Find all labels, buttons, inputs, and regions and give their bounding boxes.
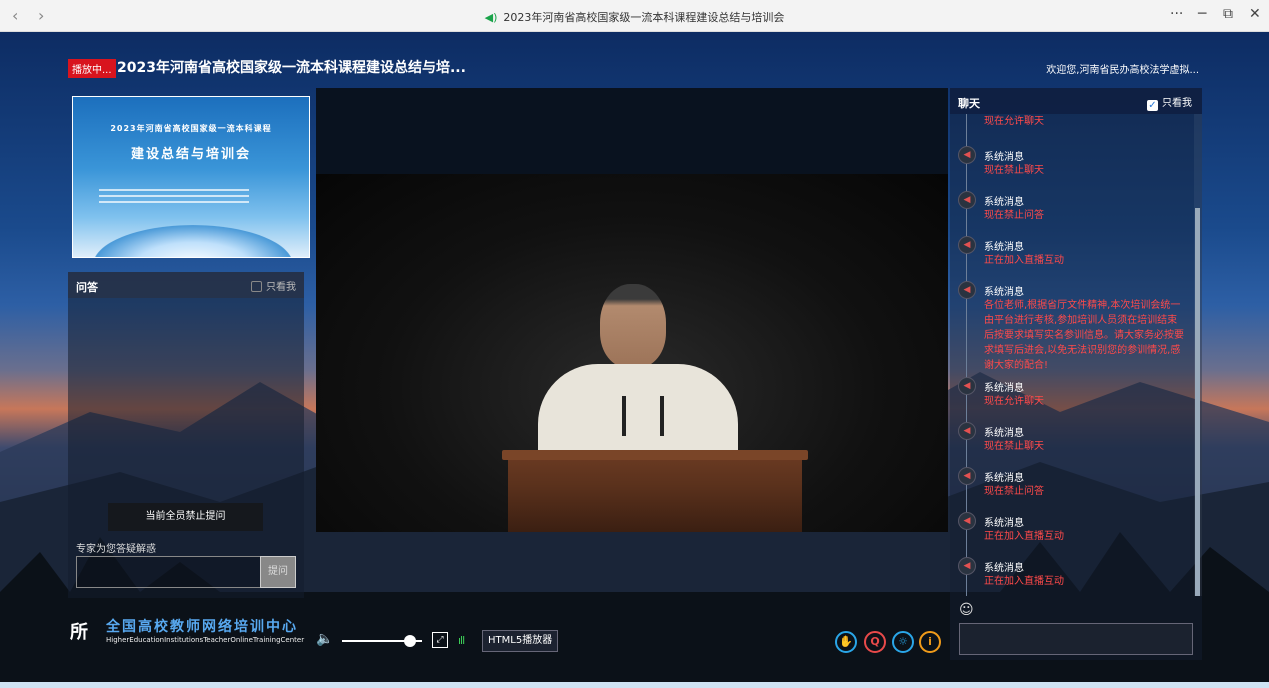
- live-badge: 播放中...: [68, 59, 116, 78]
- chat-input[interactable]: [959, 623, 1193, 655]
- settings-sun-icon[interactable]: ☼: [892, 631, 914, 653]
- speaker-muted-icon: ◀: [958, 236, 976, 254]
- chat-message-text: 现在禁止聊天: [984, 441, 1044, 452]
- video-frame: [316, 174, 948, 532]
- speaker-muted-icon: ◀: [958, 557, 976, 575]
- chat-message-text: 正在加入直播互动: [984, 531, 1064, 542]
- chat-message-text: 现在禁止问答: [984, 210, 1044, 221]
- more-options-button[interactable]: ···: [1170, 6, 1183, 22]
- microphone-icon: [622, 396, 626, 436]
- chat-message-list[interactable]: 现在允许聊天 ◀ 系统消息 现在禁止聊天 ◀ 系统消息 现在禁止问答 ◀ 系统消…: [950, 114, 1194, 596]
- speaker-muted-icon: ◀: [958, 191, 976, 209]
- chat-message-text: 现在允许聊天: [984, 116, 1044, 127]
- podium-lip: [502, 450, 808, 460]
- qa-only-me-label: 只看我: [266, 282, 296, 293]
- chat-message-text: 正在加入直播互动: [984, 576, 1064, 587]
- podium: [502, 450, 808, 532]
- info-icon[interactable]: i: [919, 631, 941, 653]
- chat-message-text: 现在禁止聊天: [984, 165, 1044, 176]
- speaker-muted-icon: ◀: [958, 146, 976, 164]
- chat-panel: 聊天 ✓ 只看我 现在允许聊天 ◀ 系统消息 现在禁止聊天 ◀ 系统消息 现在禁止…: [950, 88, 1202, 660]
- chat-message-text: 正在加入直播互动: [984, 255, 1064, 266]
- question-user-icon[interactable]: Q: [864, 631, 886, 653]
- speaker-muted-icon: ◀: [958, 467, 976, 485]
- qa-hint: 专家为您答疑解惑: [76, 544, 156, 555]
- chat-only-me-label: 只看我: [1162, 98, 1192, 109]
- window-title: ◀) 2023年河南省高校国家级一流本科课程建设总结与培训会: [0, 9, 1269, 25]
- chat-message-sender: 系统消息: [984, 473, 1024, 484]
- speaker-head: [600, 284, 666, 368]
- emoji-icon[interactable]: ☺: [959, 602, 974, 618]
- qa-ban-notice: 当前全员禁止提问: [108, 503, 263, 531]
- volume-slider-knob[interactable]: [404, 635, 416, 647]
- chat-message-sender: 系统消息: [984, 197, 1024, 208]
- qa-header: 问答 只看我: [68, 272, 304, 298]
- chat-title: 聊天: [958, 97, 980, 110]
- page-title: 2023年河南省高校国家级一流本科课程建设总结与培...: [117, 60, 466, 76]
- qa-only-me-toggle[interactable]: 只看我: [251, 278, 296, 293]
- audio-playing-icon: ◀): [484, 11, 498, 24]
- taskbar-strip: [0, 682, 1269, 688]
- speaker-muted-icon: ◀: [958, 512, 976, 530]
- chat-message-sender: 系统消息: [984, 287, 1024, 298]
- slide-details: [99, 189, 249, 207]
- slide-title-line1: 2023年河南省高校国家级一流本科课程: [110, 124, 272, 133]
- checkbox-checked-icon[interactable]: ✓: [1147, 100, 1158, 111]
- slide-thumbnail[interactable]: 2023年河南省高校国家级一流本科课程 建设总结与培训会: [72, 96, 310, 258]
- video-letterbox: [316, 88, 948, 174]
- logo-en-text: HigherEducationInstitutionsTeacherOnline…: [106, 636, 305, 644]
- chat-message-text: 各位老师,根据省厅文件精神,本次培训会统一由平台进行考核,参加培训人员须在培训结…: [984, 300, 1184, 371]
- hand-icon[interactable]: ✋: [835, 631, 857, 653]
- globe-graphic: [93, 225, 293, 257]
- logo-mark-icon: 所: [70, 622, 88, 643]
- chat-message-sender: 系统消息: [984, 383, 1024, 394]
- close-button[interactable]: ✕: [1249, 6, 1261, 22]
- chat-message-sender: 系统消息: [984, 518, 1024, 529]
- window-title-text: 2023年河南省高校国家级一流本科课程建设总结与培训会: [503, 11, 785, 24]
- checkbox-icon[interactable]: [251, 281, 262, 292]
- logo-cn-text: 全国高校教师网络培训中心: [106, 619, 298, 635]
- html5-player-button[interactable]: HTML5播放器: [482, 630, 559, 652]
- chat-message-sender: 系统消息: [984, 242, 1024, 253]
- chat-header: 聊天 ✓ 只看我: [950, 88, 1202, 114]
- video-player[interactable]: [316, 88, 948, 532]
- question-input[interactable]: [76, 556, 261, 588]
- welcome-text: 欢迎您,河南省民办高校法学虚拟...: [1046, 65, 1199, 76]
- slide-title-line2: 建设总结与培训会: [130, 147, 251, 162]
- chat-scrollbar-thumb[interactable]: [1195, 208, 1200, 596]
- signal-strength-icon: ıll: [458, 634, 465, 647]
- chat-message-sender: 系统消息: [984, 563, 1024, 574]
- volume-icon[interactable]: 🔈: [316, 631, 333, 647]
- chat-only-me-toggle[interactable]: ✓ 只看我: [1147, 94, 1192, 111]
- speaker-muted-icon: ◀: [958, 422, 976, 440]
- minimize-button[interactable]: ─: [1198, 6, 1206, 22]
- ask-button[interactable]: 提问: [260, 556, 296, 588]
- speaker-muted-icon: ◀: [958, 281, 976, 299]
- window-titlebar: ‹ › ◀) 2023年河南省高校国家级一流本科课程建设总结与培训会 ··· ─ …: [0, 0, 1269, 32]
- qa-panel: 问答 只看我 当前全员禁止提问 专家为您答疑解惑 提问: [68, 272, 304, 598]
- fullscreen-icon[interactable]: ⤢: [432, 632, 448, 648]
- microphone-icon: [660, 396, 664, 436]
- chat-message-sender: 系统消息: [984, 152, 1024, 163]
- speaker-muted-icon: ◀: [958, 377, 976, 395]
- chat-message-text: 现在禁止问答: [984, 486, 1044, 497]
- restore-button[interactable]: ⧉: [1223, 6, 1233, 22]
- chat-message-sender: 系统消息: [984, 428, 1024, 439]
- speaker-torso: [538, 364, 738, 464]
- qa-title: 问答: [76, 281, 98, 294]
- chat-message-text: 现在允许聊天: [984, 396, 1044, 407]
